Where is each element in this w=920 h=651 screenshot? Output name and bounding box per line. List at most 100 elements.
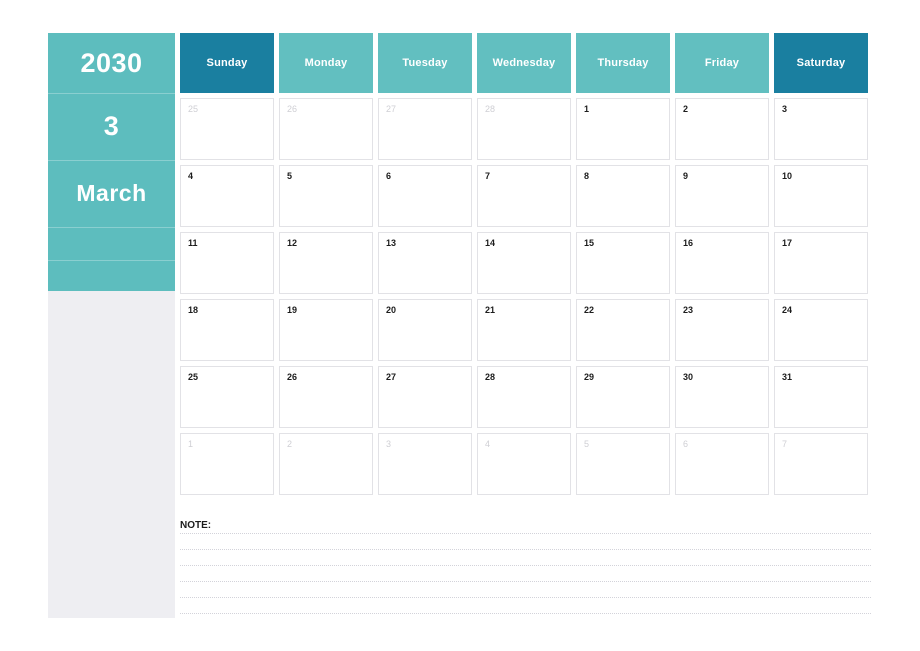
day-number: 27 xyxy=(386,104,397,114)
day-cell[interactable]: 5 xyxy=(576,433,670,495)
note-ruled-line[interactable] xyxy=(180,597,871,598)
day-number: 19 xyxy=(287,305,298,315)
day-number: 8 xyxy=(584,171,590,181)
day-number: 15 xyxy=(584,238,595,248)
day-cell[interactable]: 7 xyxy=(477,165,571,227)
day-cell[interactable]: 6 xyxy=(675,433,769,495)
day-number: 18 xyxy=(188,305,199,315)
day-cell[interactable]: 19 xyxy=(279,299,373,361)
day-cell[interactable]: 14 xyxy=(477,232,571,294)
weekday-header-thursday[interactable]: Thursday xyxy=(576,33,670,93)
day-number: 14 xyxy=(485,238,496,248)
day-cell[interactable]: 30 xyxy=(675,366,769,428)
weekday-header-friday[interactable]: Friday xyxy=(675,33,769,93)
day-cell[interactable]: 3 xyxy=(378,433,472,495)
day-number: 28 xyxy=(485,372,496,382)
day-number: 17 xyxy=(782,238,793,248)
day-cell[interactable]: 1 xyxy=(180,433,274,495)
week-row: 25 26 27 28 1 2 3 xyxy=(180,98,871,160)
day-number: 1 xyxy=(188,439,194,449)
day-cell[interactable]: 29 xyxy=(576,366,670,428)
day-number: 23 xyxy=(683,305,694,315)
weekday-header-monday[interactable]: Monday xyxy=(279,33,373,93)
note-ruled-line[interactable] xyxy=(180,533,871,534)
day-number: 27 xyxy=(386,372,397,382)
day-cell[interactable]: 6 xyxy=(378,165,472,227)
note-ruled-line[interactable] xyxy=(180,565,871,566)
day-number: 24 xyxy=(782,305,793,315)
day-number: 3 xyxy=(386,439,392,449)
week-row: 1 2 3 4 5 6 7 xyxy=(180,433,871,495)
week-row: 18 19 20 21 22 23 24 xyxy=(180,299,871,361)
note-label: NOTE: xyxy=(180,520,212,531)
day-number: 26 xyxy=(287,372,298,382)
day-cell[interactable]: 26 xyxy=(279,98,373,160)
day-number: 6 xyxy=(386,171,392,181)
day-number: 25 xyxy=(188,372,199,382)
sidebar-year-label: 2030 xyxy=(80,47,143,78)
day-number: 9 xyxy=(683,171,689,181)
sidebar-month-name: March xyxy=(48,160,175,227)
day-cell[interactable]: 4 xyxy=(477,433,571,495)
week-row: 11 12 13 14 15 16 17 xyxy=(180,232,871,294)
day-cell[interactable]: 23 xyxy=(675,299,769,361)
day-cell[interactable]: 3 xyxy=(774,98,868,160)
day-cell[interactable]: 18 xyxy=(180,299,274,361)
day-number: 11 xyxy=(188,238,198,248)
day-cell[interactable]: 25 xyxy=(180,366,274,428)
day-cell[interactable]: 27 xyxy=(378,98,472,160)
day-cell[interactable]: 7 xyxy=(774,433,868,495)
day-cell[interactable]: 28 xyxy=(477,366,571,428)
day-cell[interactable]: 31 xyxy=(774,366,868,428)
day-cell[interactable]: 2 xyxy=(279,433,373,495)
day-cell[interactable]: 25 xyxy=(180,98,274,160)
day-cell[interactable]: 17 xyxy=(774,232,868,294)
sidebar-month-number-label: 3 xyxy=(103,111,120,141)
calendar-grid: Sunday Monday Tuesday Wednesday Thursday Frid… xyxy=(180,33,871,495)
calendar-page: 2030 3 March Sunday Monday Tuesday Wednesda… xyxy=(0,0,920,651)
day-cell[interactable]: 9 xyxy=(675,165,769,227)
day-number: 5 xyxy=(584,439,590,449)
day-cell[interactable]: 28 xyxy=(477,98,571,160)
day-cell[interactable]: 13 xyxy=(378,232,472,294)
note-ruled-line[interactable] xyxy=(180,549,871,550)
day-number: 22 xyxy=(584,305,595,315)
note-section: NOTE: xyxy=(180,520,871,629)
day-cell[interactable]: 21 xyxy=(477,299,571,361)
sidebar-year: 2030 xyxy=(48,33,175,93)
day-cell[interactable]: 1 xyxy=(576,98,670,160)
day-number: 2 xyxy=(287,439,293,449)
weekday-header-row: Sunday Monday Tuesday Wednesday Thursday Frid… xyxy=(180,33,871,93)
week-row: 25 26 27 28 29 30 31 xyxy=(180,366,871,428)
day-number: 12 xyxy=(287,238,298,248)
day-cell[interactable]: 8 xyxy=(576,165,670,227)
day-cell[interactable]: 5 xyxy=(279,165,373,227)
sidebar-divider-4 xyxy=(48,260,175,261)
day-cell[interactable]: 22 xyxy=(576,299,670,361)
day-cell[interactable]: 15 xyxy=(576,232,670,294)
weekday-header-sunday[interactable]: Sunday xyxy=(180,33,274,93)
day-cell[interactable]: 24 xyxy=(774,299,868,361)
day-number: 28 xyxy=(485,104,496,114)
day-cell[interactable]: 2 xyxy=(675,98,769,160)
day-cell[interactable]: 4 xyxy=(180,165,274,227)
sidebar-divider-3 xyxy=(48,227,175,228)
note-ruled-line[interactable] xyxy=(180,613,871,614)
sidebar-month-number: 3 xyxy=(48,93,175,160)
day-number: 16 xyxy=(683,238,694,248)
weekday-header-wednesday[interactable]: Wednesday xyxy=(477,33,571,93)
day-cell[interactable]: 12 xyxy=(279,232,373,294)
day-number: 4 xyxy=(188,171,194,181)
day-number: 31 xyxy=(782,372,793,382)
day-number: 5 xyxy=(287,171,293,181)
day-cell[interactable]: 10 xyxy=(774,165,868,227)
day-cell[interactable]: 20 xyxy=(378,299,472,361)
note-ruled-line[interactable] xyxy=(180,581,871,582)
weekday-header-tuesday[interactable]: Tuesday xyxy=(378,33,472,93)
day-cell[interactable]: 26 xyxy=(279,366,373,428)
day-cell[interactable]: 27 xyxy=(378,366,472,428)
day-cell[interactable]: 11 xyxy=(180,232,274,294)
weekday-header-saturday[interactable]: Saturday xyxy=(774,33,868,93)
day-number: 21 xyxy=(485,305,496,315)
day-cell[interactable]: 16 xyxy=(675,232,769,294)
